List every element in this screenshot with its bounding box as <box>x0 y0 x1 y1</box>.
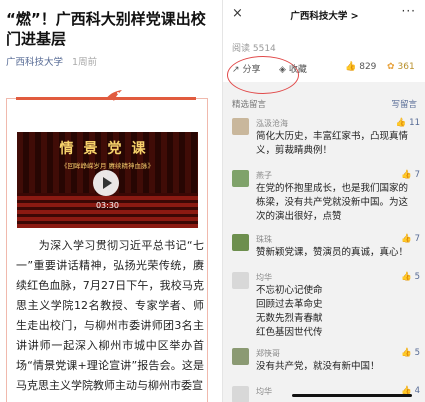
thumbs-up-icon: 👍 <box>400 272 412 282</box>
comment-item: 均华 👍 5 不忘初心记使命 回顾过去革命史 无数先烈青春献 红色基因世代传 <box>232 272 420 342</box>
comment-like-button[interactable]: 👍 7 <box>401 170 420 180</box>
share-icon: ↗ <box>232 65 240 75</box>
avatar[interactable] <box>232 272 249 289</box>
avatar[interactable] <box>232 386 249 402</box>
comment-item: 燕子 👍 7 在党的怀抱里成长，也是我们国家的栋梁，没有共产党就没新中国。为这次的… <box>232 170 420 230</box>
comment-like-button[interactable]: 👍 11 <box>396 118 420 128</box>
article-author[interactable]: 广西科技大学 <box>6 57 63 68</box>
comments-panel: × 广西科技大学 > ··· 阅读 5514 ↗ 分享 ◈ 收藏 👍 829 ✿ 361… <box>222 0 425 402</box>
comment-text: 简化大历史，丰富红家书，凸现真情义，剪裁睛典例！ <box>256 131 409 156</box>
like-count: 829 <box>359 62 377 72</box>
share-label: 分享 <box>242 65 261 75</box>
comment-like-count: 11 <box>409 118 420 128</box>
video-duration: 03:30 <box>95 201 120 210</box>
comment-like-count: 4 <box>414 386 420 396</box>
comments-header: 精选留言 写留言 <box>232 98 417 110</box>
thumbs-up-icon: 👍 <box>400 234 412 244</box>
favorite-button[interactable]: ◈ 收藏 <box>279 62 307 75</box>
comment-like-button[interactable]: 👍 7 <box>401 234 420 244</box>
comment-item: 珠珠 👍 7 赞新颖党课，赞演员的真诚，真心！ <box>232 234 420 264</box>
comment-text: 在党的怀抱里成长，也是我们国家的栋梁，没有共产党就没新中国。为这次的演出很好，点… <box>256 183 409 222</box>
comment-like-button[interactable]: 👍 5 <box>401 348 420 358</box>
video-title: 情景党课 <box>59 141 156 157</box>
comment-like-count: 5 <box>414 272 420 282</box>
read-count: 阅读 5514 <box>232 44 276 54</box>
comments-label: 精选留言 <box>232 100 267 110</box>
share-button[interactable]: ↗ 分享 <box>232 62 261 75</box>
video-player[interactable]: 情景党课 《回眸峥嵘岁月 赓续精神血脉》 03:30 <box>17 132 198 228</box>
account-title[interactable]: 广西科技大学 > <box>223 8 425 22</box>
article-meta: 广西科技大学 1周前 <box>6 54 97 68</box>
bird-ornament-icon <box>106 90 122 101</box>
avatar[interactable] <box>232 118 249 135</box>
more-icon[interactable]: ··· <box>402 4 416 18</box>
stats-bar: 阅读 5514 ↗ 分享 ◈ 收藏 👍 829 ✿ 361 <box>223 30 425 94</box>
comment-item: 郑筷哥 👍 5 没有共产党，就没有新中国！ <box>232 348 420 378</box>
comment-item: 泓汲沧海 👍 11 简化大历史，丰富红家书，凸现真情义，剪裁睛典例！ <box>232 118 420 168</box>
comment-author: 均华 <box>256 387 272 396</box>
video-subtitle: 《回眸峥嵘岁月 赓续精神血脉》 <box>60 162 155 170</box>
thumbs-up-icon: 👍 <box>395 118 407 128</box>
comment-text: 赞新颖党课，赞演员的真诚，真心！ <box>256 247 409 258</box>
avatar[interactable] <box>232 348 249 365</box>
home-indicator <box>292 394 412 397</box>
write-comment-button[interactable]: 写留言 <box>391 98 417 110</box>
comment-author: 泓汲沧海 <box>256 119 288 128</box>
favorite-label: 收藏 <box>288 65 307 75</box>
comment-like-count: 7 <box>414 234 420 244</box>
comment-author: 燕子 <box>256 171 272 180</box>
comment-author: 郑筷哥 <box>256 349 280 358</box>
comment-author: 珠珠 <box>256 235 272 244</box>
comment-text: 不忘初心记使命 回顾过去革命史 无数先烈青春献 红色基因世代传 <box>256 285 323 338</box>
comment-text: 没有共产党，就没有新中国！ <box>256 361 380 372</box>
thumbs-up-icon: 👍 <box>400 170 412 180</box>
comment-like-count: 7 <box>414 170 420 180</box>
thumbs-up-icon: 👍 <box>345 62 357 72</box>
nav-bar: × 广西科技大学 > ··· <box>223 0 425 30</box>
play-icon[interactable] <box>93 170 119 196</box>
flower-icon: ✿ <box>387 62 395 72</box>
article-body: 为深入学习贯彻习近平总书记“七一”重要讲话精神，弘扬光荣传统，赓续红色血脉，7月… <box>16 239 204 392</box>
zan-count: 361 <box>397 62 415 72</box>
article-time: 1周前 <box>72 57 98 68</box>
comment-like-count: 5 <box>414 348 420 358</box>
article-panel: “燃”！广西科大别样党课出校门进基层 广西科技大学 1周前 情景党课 《回眸峥嵘… <box>0 0 218 402</box>
cube-icon: ◈ <box>279 65 286 75</box>
article-title: “燃”！广西科大别样党课出校门进基层 <box>6 10 206 48</box>
zan-button[interactable]: ✿ 361 <box>387 62 415 72</box>
avatar[interactable] <box>232 234 249 251</box>
comment-author: 均华 <box>256 273 272 282</box>
comment-like-button[interactable]: 👍 5 <box>401 272 420 282</box>
like-button[interactable]: 👍 829 <box>345 62 376 72</box>
avatar[interactable] <box>232 170 249 187</box>
video-seats <box>17 193 198 228</box>
thumbs-up-icon: 👍 <box>400 348 412 358</box>
